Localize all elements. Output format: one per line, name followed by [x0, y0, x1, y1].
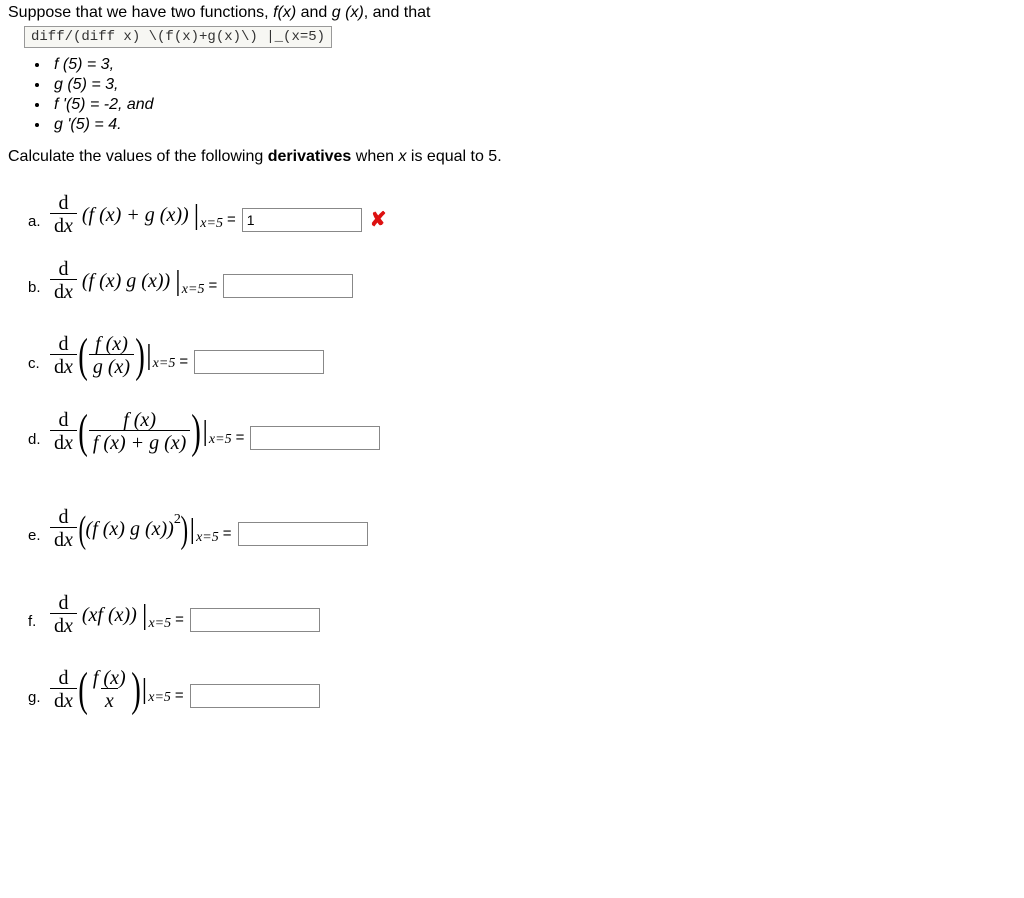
- list-item: g '(5) = 4.: [50, 116, 1016, 134]
- answer-input-f[interactable]: [190, 608, 320, 632]
- answer-input-a[interactable]: [242, 208, 362, 232]
- part-e: e. ddx ( (f (x) g (x))2 ) |x=5 =: [28, 482, 1016, 552]
- answer-input-e[interactable]: [238, 522, 368, 546]
- part-label-e: e.: [28, 527, 48, 552]
- part-g: g. ddx ( f (x)x ) |x=5 =: [28, 644, 1016, 714]
- part-f: f. ddx (xf (x)) |x=5 =: [28, 578, 1016, 638]
- part-a: a. ddx (f (x) + g (x)) |x=5 = ✘: [28, 178, 1016, 238]
- intro-text: Suppose that we have two functions, f(x)…: [8, 4, 1016, 22]
- part-b: b. ddx (f (x) g (x)) |x=5 =: [28, 244, 1016, 304]
- part-label-d: d.: [28, 431, 48, 456]
- part-label-f: f.: [28, 613, 48, 638]
- answer-input-c[interactable]: [194, 350, 324, 374]
- part-label-g: g.: [28, 689, 48, 714]
- answer-input-d[interactable]: [250, 426, 380, 450]
- question-parts: a. ddx (f (x) + g (x)) |x=5 = ✘ b. ddx (…: [8, 178, 1016, 714]
- list-item: g (5) = 3,: [50, 76, 1016, 94]
- part-label-c: c.: [28, 355, 48, 380]
- part-c: c. ddx ( f (x)g (x) ) |x=5 =: [28, 310, 1016, 380]
- list-item: f '(5) = -2, and: [50, 96, 1016, 114]
- wrong-icon: ✘: [370, 207, 387, 238]
- part-label-b: b.: [28, 279, 48, 304]
- answer-input-g[interactable]: [190, 684, 320, 708]
- part-d: d. ddx ( f (x)f (x) + g (x) ) |x=5 =: [28, 386, 1016, 456]
- question-prompt: Calculate the values of the following de…: [8, 148, 1016, 166]
- given-values-list: f (5) = 3, g (5) = 3, f '(5) = -2, and g…: [8, 56, 1016, 134]
- part-label-a: a.: [28, 213, 48, 238]
- answer-input-b[interactable]: [223, 274, 353, 298]
- code-expression: diff/(diff x) \(f(x)+g(x)\) |_(x=5): [24, 26, 332, 48]
- list-item: f (5) = 3,: [50, 56, 1016, 74]
